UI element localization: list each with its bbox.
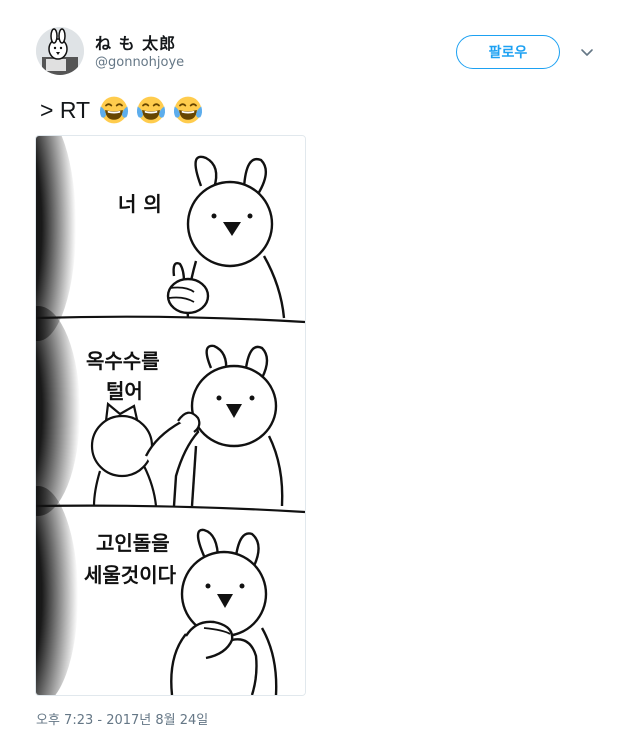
panel2-caption-line2: 털어	[106, 379, 143, 403]
panel1-caption: 너 의	[118, 192, 162, 216]
panel3-caption-line2: 세울것이다	[84, 563, 177, 587]
tears-of-joy-emoji-icon	[100, 96, 129, 124]
panel3-caption-line1: 고인돌을	[96, 531, 170, 555]
user-handle[interactable]: @gonnohjoye	[95, 55, 184, 70]
display-name[interactable]: ね も 太郎	[95, 30, 176, 54]
tears-of-joy-emoji-icon	[174, 96, 203, 124]
tweet-text: > RT	[40, 92, 209, 128]
tweet-card: ね も 太郎 @gonnohjoye 팔로우 > RT 너 의 옥수수를 털어 …	[0, 0, 634, 736]
panel2-caption-line1: 옥수수를	[86, 349, 160, 373]
more-options-button[interactable]	[578, 44, 596, 62]
avatar-drawing-icon	[36, 27, 84, 75]
emoji-row	[98, 94, 209, 126]
tweet-timestamp[interactable]: 오후 7:23 - 2017년 8월 24일	[36, 709, 208, 728]
chevron-down-icon	[581, 49, 593, 56]
follow-button[interactable]: 팔로우	[456, 35, 560, 69]
tweet-image-comic[interactable]: 너 의 옥수수를 털어 고인돌을 세울것이다	[35, 135, 306, 696]
tears-of-joy-emoji-icon	[137, 96, 166, 124]
tweet-text-content: > RT	[40, 96, 91, 123]
avatar[interactable]	[36, 27, 84, 75]
comic-strip: 너 의 옥수수를 털어 고인돌을 세울것이다	[36, 136, 305, 695]
